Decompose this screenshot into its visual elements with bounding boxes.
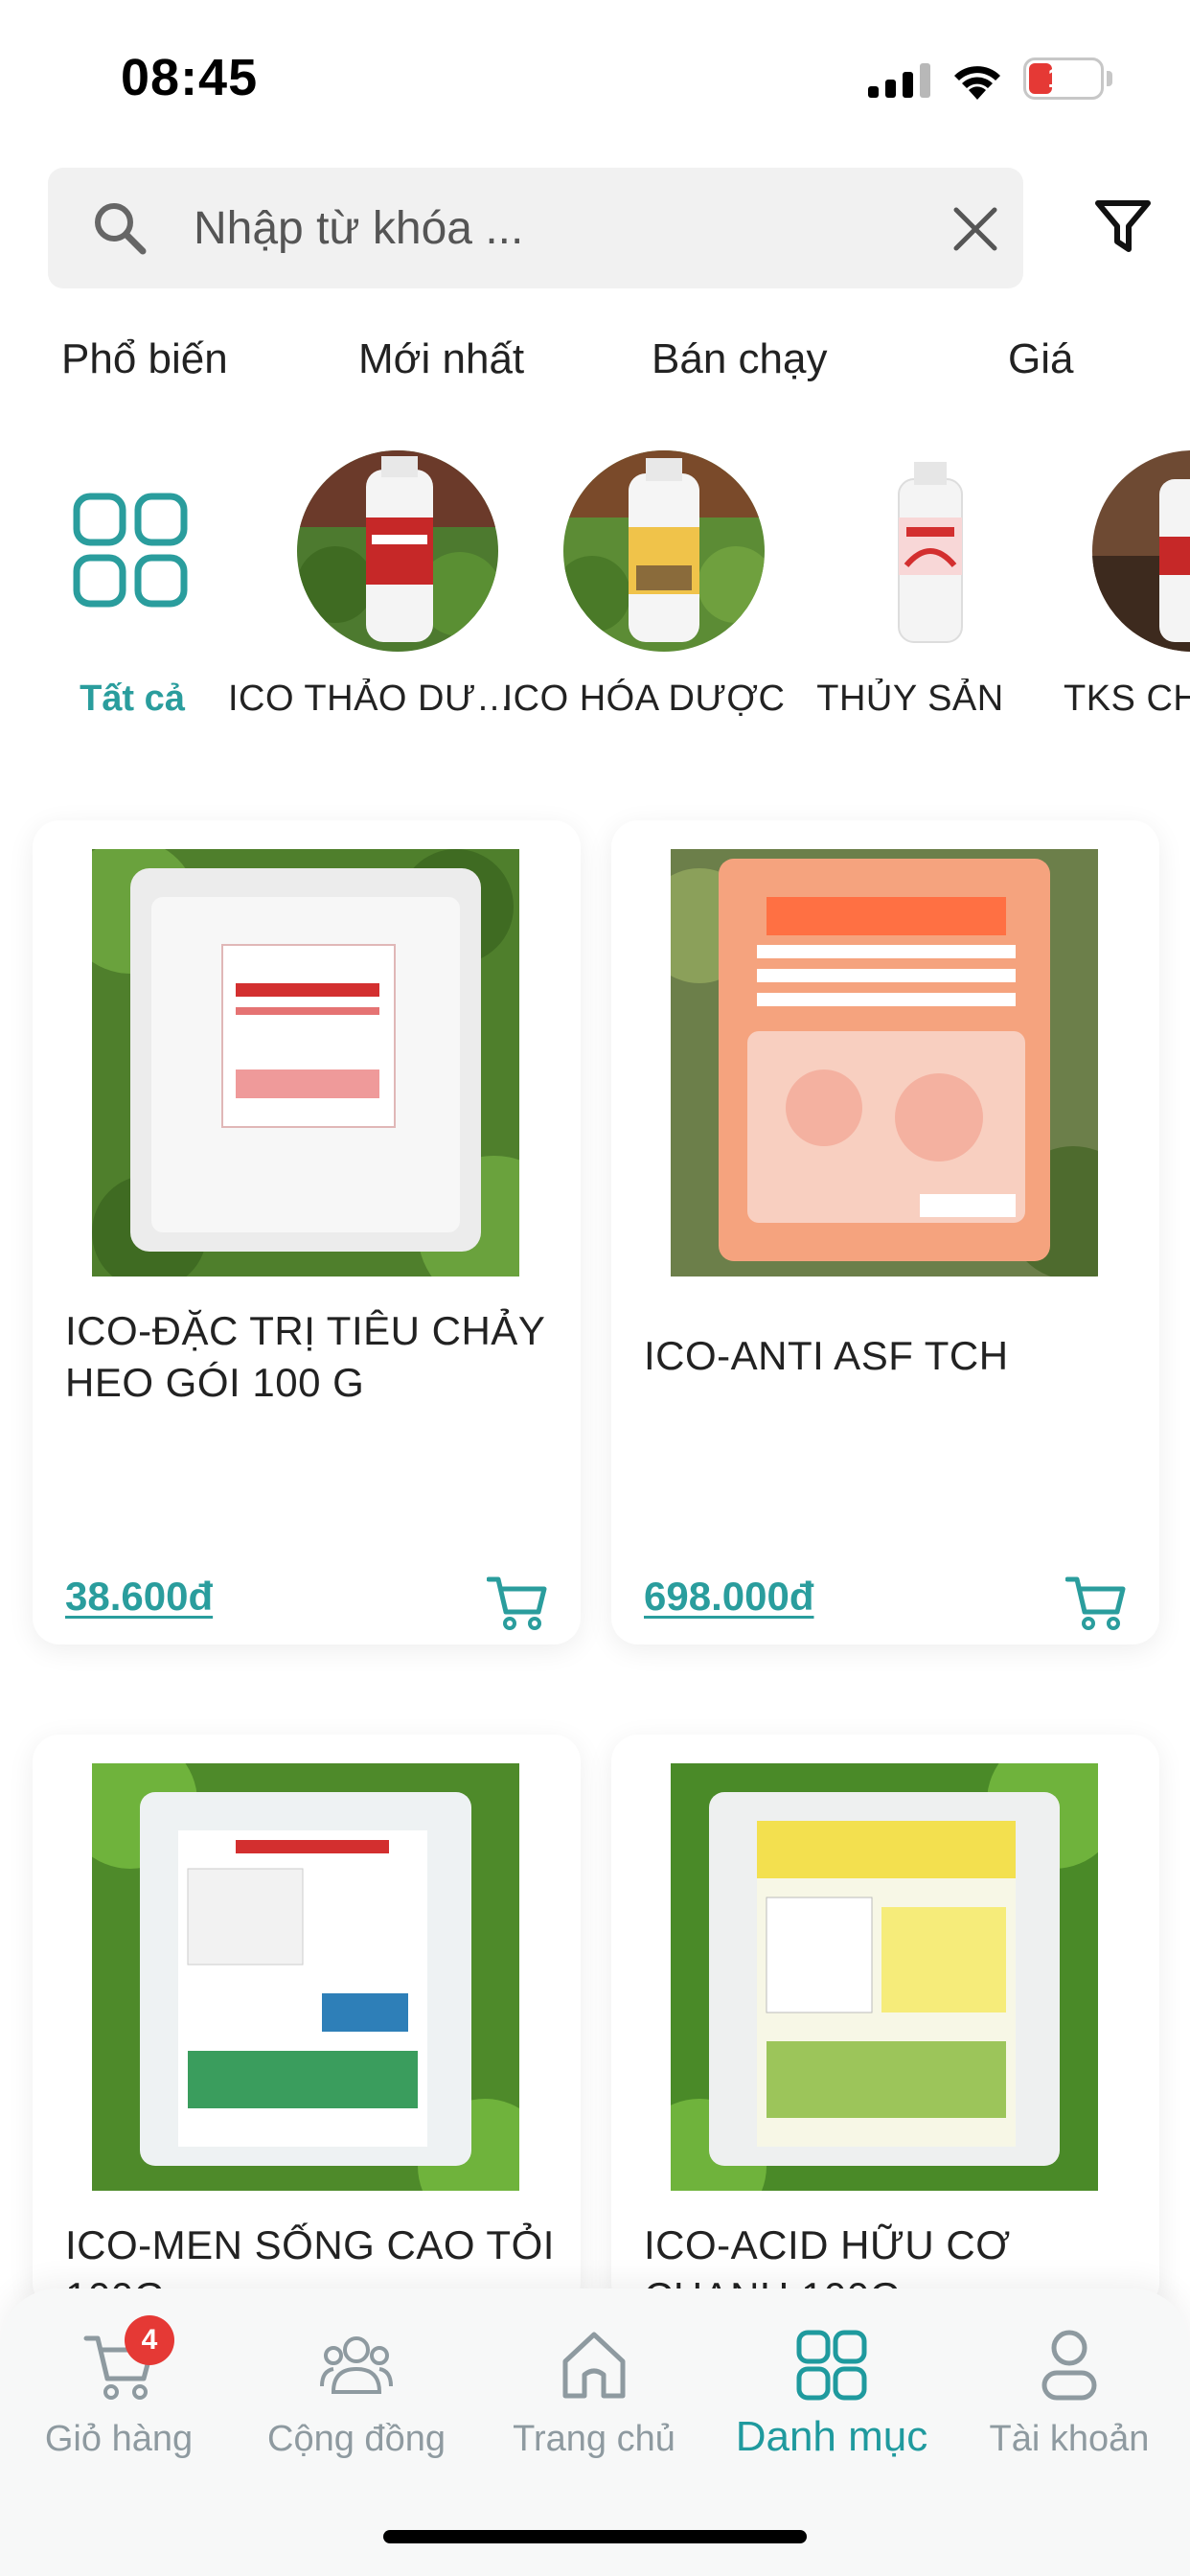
user-icon [1041,2330,1097,2401]
tab-newest[interactable]: Mới nhất [358,335,524,383]
product-price: 698.000đ [644,1574,814,1619]
nav-account[interactable]: Tài khoản [950,2327,1188,2490]
category-image [297,450,498,652]
status-bar: 08:45 12 [0,0,1190,153]
cellular-signal-icon [868,63,931,98]
product-card[interactable]: ICO-MEN SỐNG CAO TỎI 100G [33,1735,581,2310]
nav-label: Trang chủ [513,2419,675,2459]
product-name: ICO-ANTI ASF TCH [644,1333,1009,1378]
nav-label: Giỏ hàng [44,2419,194,2459]
grid-icon [796,2330,867,2401]
nav-community[interactable]: Cộng đồng [238,2327,475,2490]
product-image [92,1763,519,2191]
nav-cart[interactable]: 4 Giỏ hàng [0,2315,238,2490]
product-image [92,849,519,1276]
sort-tabs: Phổ biến Mới nhất Bán chạy Giá [0,335,1190,402]
tab-price[interactable]: Giá [1008,335,1073,383]
home-icon [562,2332,626,2399]
product-price: 38.600đ [65,1574,214,1619]
product-image [671,1763,1098,2191]
grid-icon [73,493,188,608]
wifi-icon [954,66,1000,100]
product-card[interactable]: ICO-ANTI ASF TCH 698.000đ [611,820,1159,1644]
nav-label: Tài khoản [989,2419,1150,2459]
nav-label: Cộng đồng [267,2419,446,2459]
close-icon[interactable] [949,202,1002,256]
home-indicator [383,2530,807,2543]
category-image [830,450,1031,652]
add-to-cart-icon[interactable] [1065,1576,1127,1631]
category-image [1092,450,1190,652]
battery-icon: 12 [1023,58,1104,100]
cart-badge: 4 [125,2315,174,2365]
nav-label: Danh mục [735,2413,928,2460]
category-strip: Tất cả ICO THẢO DƯỢC ICO HÓA DƯỢC THỦY S… [0,450,1190,738]
status-time: 08:45 [121,49,259,106]
category-label: Tất cả [80,678,185,719]
category-aquaculture[interactable]: THỦY SẢN [767,450,1035,738]
category-chemical[interactable]: ICO HÓA DƯỢC [500,450,785,738]
nav-home[interactable]: Trang chủ [475,2327,713,2490]
category-label: THỦY SẢN [816,678,1004,719]
product-card[interactable]: ICO-ĐẶC TRỊ TIÊU CHẢY HEO GÓI 100 G 38.6… [33,820,581,1644]
search-input[interactable] [194,195,922,262]
category-tks[interactable]: TKS CH [1029,450,1190,738]
tab-popular[interactable]: Phổ biến [61,335,228,383]
add-to-cart-icon[interactable] [487,1576,548,1631]
battery-level: 12 [1047,62,1080,94]
community-icon [320,2336,393,2394]
product-card[interactable]: ICO-ACID HỮU CƠ CHANH 100G [611,1735,1159,2310]
nav-catalog[interactable]: Danh mục [713,2327,950,2490]
search-icon [95,203,147,255]
search-bar[interactable] [48,168,1023,288]
category-image [563,450,765,652]
category-label: ICO THẢO DƯỢC [228,678,515,719]
product-image [671,849,1098,1276]
product-name: ICO-ĐẶC TRỊ TIÊU CHẢY HEO GÓI 100 G [65,1308,545,1405]
category-label: TKS CH [1064,678,1190,719]
filter-icon[interactable] [1092,196,1154,257]
category-herbal[interactable]: ICO THẢO DƯỢC [228,450,515,738]
tab-best-selling[interactable]: Bán chạy [652,335,827,383]
category-label: ICO HÓA DƯỢC [502,678,786,719]
